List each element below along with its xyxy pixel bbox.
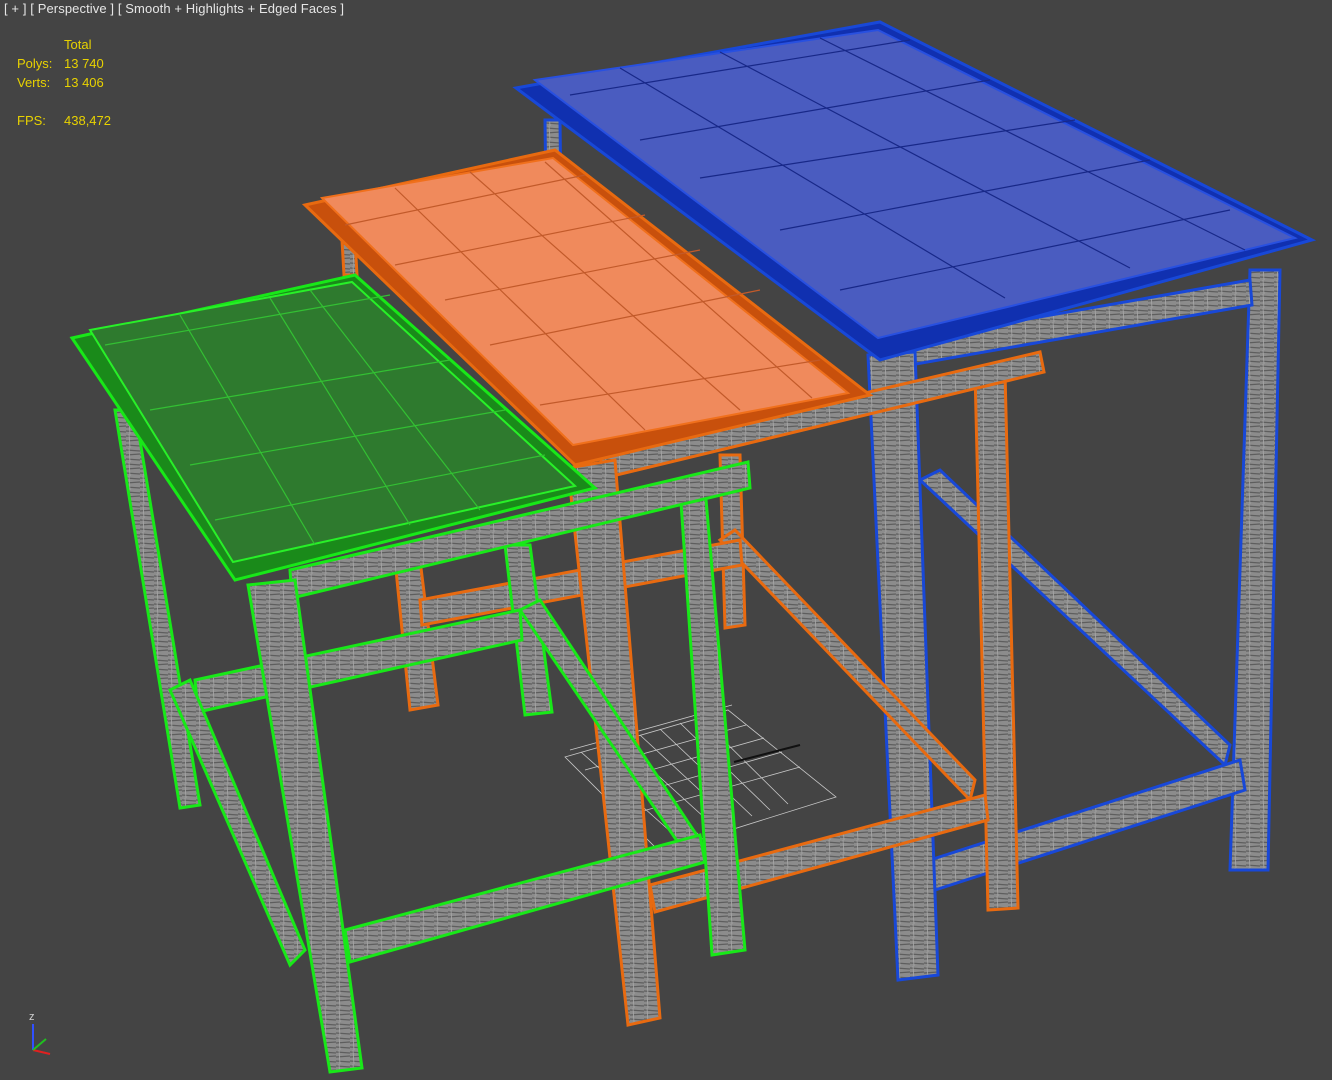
green-left-stretcher[interactable] [193,608,524,714]
gizmo-x-axis [32,1049,51,1055]
viewport-menu-plus[interactable]: [ + ] [4,1,27,16]
viewport-scene[interactable] [0,0,1332,1080]
blue-front-stretcher[interactable] [928,758,1247,892]
stats-total-header: Total [64,37,92,52]
orange-right-stretcher[interactable] [717,528,977,803]
blue-right-stretcher[interactable] [917,468,1232,768]
viewport-shading-label[interactable]: [ Smooth + Highlights + Edged Faces ] [118,1,344,16]
stats-verts-value: 13 406 [64,75,104,90]
viewport-label[interactable]: [ + ] [ Perspective ] [ Smooth + Highlig… [4,1,344,16]
orange-back-right-leg[interactable] [973,370,1020,912]
stats-verts-label: Verts: [17,75,51,90]
viewport-view-label[interactable]: [ Perspective ] [30,1,114,16]
stats-fps-value: 438,472 [64,113,111,128]
stats-polys-label: Polys: [17,56,53,71]
blue-front-leg[interactable] [866,350,940,982]
gizmo-z-label: z [29,1011,35,1023]
gizmo-y-axis [32,1038,47,1051]
viewport[interactable]: [ + ] [ Perspective ] [ Smooth + Highlig… [0,0,1332,1080]
stats-polys-value: 13 740 [64,56,104,71]
stats-fps-label: FPS: [17,113,46,128]
axis-gizmo-icon: z [20,1005,70,1060]
